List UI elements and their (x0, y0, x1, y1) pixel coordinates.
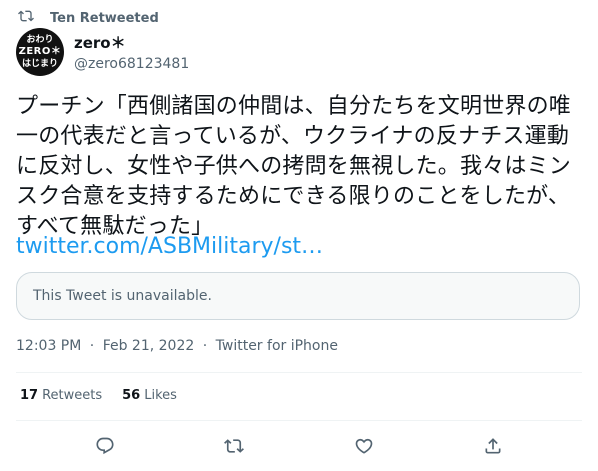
tweet-source[interactable]: Twitter for iPhone (216, 338, 338, 354)
quoted-tweet-card: This Tweet is unavailable. (16, 272, 580, 320)
share-button[interactable] (479, 432, 507, 460)
share-icon (485, 438, 501, 454)
divider (16, 372, 582, 373)
like-icon (355, 438, 373, 454)
retweet-icon (224, 439, 245, 453)
tweet-actions (0, 432, 598, 460)
avatar-text-line3: はじまり (21, 59, 58, 69)
retweet-button[interactable] (220, 432, 248, 460)
likes-stat[interactable]: 56 Likes (122, 388, 177, 403)
retweet-icon (18, 8, 50, 28)
likes-label: Likes (144, 388, 177, 403)
avatar-text-line2: ZERO＊ (18, 46, 62, 57)
retweet-header[interactable]: Ten Retweeted (18, 8, 159, 28)
author-handle[interactable]: @zero68123481 (74, 54, 189, 74)
meta-separator: · (89, 338, 95, 354)
retweets-label: Retweets (42, 388, 103, 403)
tweet-time[interactable]: 12:03 PM (16, 338, 81, 354)
retweets-count: 17 (20, 388, 39, 403)
tweet-link[interactable]: twitter.com/ASBMilitary/st… (16, 232, 323, 262)
quoted-tweet-unavailable-text: This Tweet is unavailable. (33, 288, 212, 304)
avatar-text-line1: おわり (26, 35, 54, 45)
retweets-stat[interactable]: 17 Retweets (20, 388, 102, 403)
avatar[interactable]: おわり ZERO＊ はじまり (16, 28, 64, 76)
reply-icon (96, 437, 114, 455)
retweet-header-label: Ten Retweeted (50, 10, 159, 26)
tweet-date[interactable]: Feb 21, 2022 (103, 338, 195, 354)
tweet-meta: 12:03 PM · Feb 21, 2022 · Twitter for iP… (16, 336, 338, 356)
author-display-name[interactable]: zero＊ (74, 33, 189, 53)
tweet-author[interactable]: おわり ZERO＊ はじまり zero＊ @zero68123481 (16, 28, 189, 76)
tweet-text: プーチン「西側諸国の仲間は、自分たちを文明世界の唯一の代表だと言っているが、ウク… (16, 94, 572, 239)
reply-button[interactable] (91, 432, 119, 460)
likes-count: 56 (122, 388, 141, 403)
tweet-stats: 17 Retweets 56 Likes (20, 388, 177, 403)
like-button[interactable] (350, 432, 378, 460)
divider (16, 420, 582, 421)
meta-separator: · (202, 338, 208, 354)
